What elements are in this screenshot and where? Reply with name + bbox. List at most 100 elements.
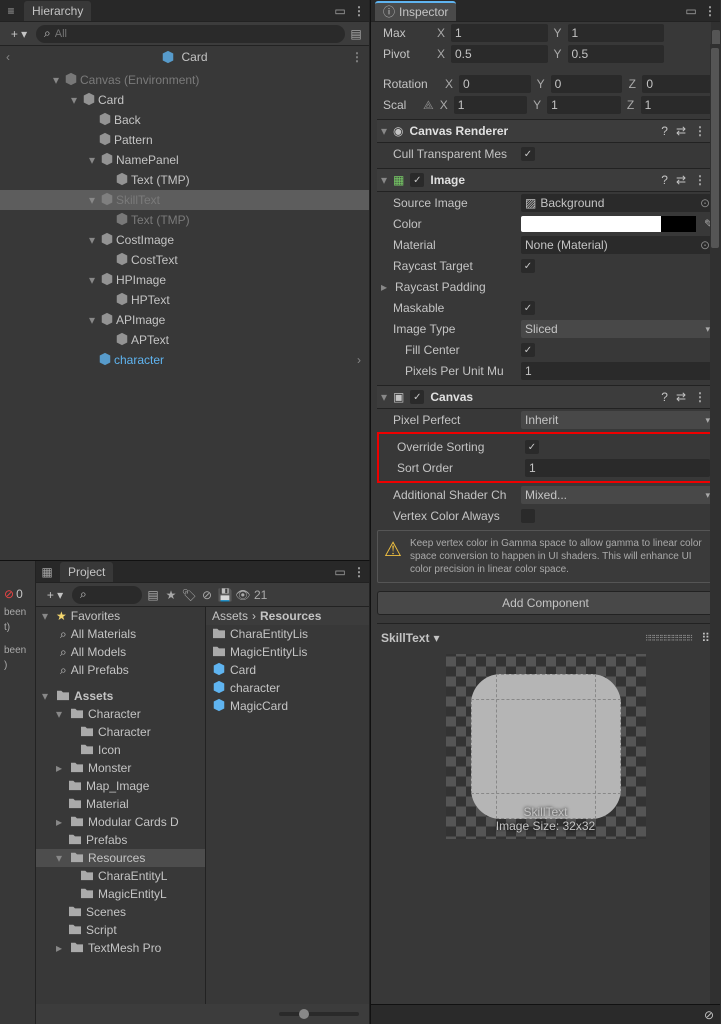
canvas-header[interactable]: ▾▣ Canvas ?⇄⋮ bbox=[377, 385, 714, 409]
component-menu-icon[interactable]: ⋮ bbox=[694, 124, 706, 138]
image-header[interactable]: ▾▦ Image ?⇄⋮ bbox=[377, 168, 714, 192]
folder-magicentityl[interactable]: MagicEntityL bbox=[36, 885, 205, 903]
maximize-icon[interactable]: ▭ bbox=[684, 4, 698, 18]
tree-item-costtext[interactable]: CostText bbox=[0, 250, 369, 270]
override-sorting-checkbox[interactable] bbox=[525, 440, 539, 454]
object-picker-icon[interactable]: ⊙ bbox=[700, 196, 710, 210]
folder-character2[interactable]: Character bbox=[36, 723, 205, 741]
search-options-icon[interactable]: ▤ bbox=[349, 27, 363, 41]
menu-icon[interactable]: ⋮ bbox=[353, 565, 365, 579]
error-badge[interactable]: ⊘0 bbox=[0, 583, 35, 605]
asset-magicentity[interactable]: MagicEntityLis bbox=[206, 643, 369, 661]
save-icon[interactable]: 💾 bbox=[218, 588, 232, 602]
breadcrumb[interactable]: ‹ Card ⋮ bbox=[0, 46, 369, 68]
folder-mapimage[interactable]: Map_Image bbox=[36, 777, 205, 795]
tree-item-namepanel[interactable]: ▾NamePanel bbox=[0, 150, 369, 170]
tree-item-card[interactable]: ▾Card bbox=[0, 90, 369, 110]
max-y-input[interactable] bbox=[568, 24, 665, 42]
folder-script[interactable]: Script bbox=[36, 921, 205, 939]
max-x-input[interactable] bbox=[451, 24, 548, 42]
component-menu-icon[interactable]: ⋮ bbox=[694, 390, 706, 404]
rot-z-input[interactable] bbox=[642, 75, 714, 93]
label-icon[interactable]: 🏷 bbox=[182, 588, 196, 602]
search-input[interactable] bbox=[55, 28, 337, 40]
menu-icon[interactable]: ⋮ bbox=[353, 4, 365, 18]
folder-resources[interactable]: ▾Resources bbox=[36, 849, 205, 867]
scl-z-input[interactable] bbox=[641, 96, 714, 114]
tree-item-skilltext[interactable]: ▾SkillText bbox=[0, 190, 369, 210]
inspector-tab[interactable]: ⓘInspector bbox=[375, 1, 456, 21]
help-icon[interactable]: ? bbox=[661, 173, 668, 187]
folder-prefabs[interactable]: Prefabs bbox=[36, 831, 205, 849]
preset-icon[interactable]: ⇄ bbox=[676, 124, 686, 138]
preview-title[interactable]: SkillText bbox=[381, 631, 429, 645]
fav-all-models[interactable]: ⌕All Models bbox=[36, 643, 205, 661]
source-image-field[interactable]: ▨Background⊙ bbox=[521, 194, 714, 212]
tree-item-character[interactable]: character› bbox=[0, 350, 369, 370]
sort-order-input[interactable] bbox=[525, 459, 710, 477]
maximize-icon[interactable]: ▭ bbox=[333, 565, 347, 579]
project-tab[interactable]: Project bbox=[60, 562, 113, 582]
filter-icon[interactable]: ▤ bbox=[146, 588, 160, 602]
material-field[interactable]: None (Material)⊙ bbox=[521, 236, 714, 254]
drag-handle-icon[interactable]: ⠿⠿⠿⠿⠿⠿⠿⠿⠿⠿⠿⠿ bbox=[645, 634, 691, 643]
hidden-icon[interactable]: ⊘ bbox=[200, 588, 214, 602]
tree-item-back[interactable]: Back bbox=[0, 110, 369, 130]
tree-item-hptext[interactable]: HPText bbox=[0, 290, 369, 310]
object-picker-icon[interactable]: ⊙ bbox=[700, 238, 710, 252]
raycast-checkbox[interactable] bbox=[521, 259, 535, 273]
add-button[interactable]: + ▾ bbox=[42, 586, 68, 604]
scl-y-input[interactable] bbox=[547, 96, 620, 114]
folder-scenes[interactable]: Scenes bbox=[36, 903, 205, 921]
canvas-enable-checkbox[interactable] bbox=[410, 390, 424, 404]
vertex-color-checkbox[interactable] bbox=[521, 509, 535, 523]
project-breadcrumb[interactable]: Assets›Resources bbox=[206, 607, 369, 625]
tree-item-canvas[interactable]: ▾Canvas (Environment) bbox=[0, 70, 369, 90]
canvasrenderer-header[interactable]: ▾◉ Canvas Renderer ?⇄⋮ bbox=[377, 119, 714, 143]
help-icon[interactable]: ? bbox=[661, 390, 668, 404]
back-icon[interactable]: ‹ bbox=[6, 50, 10, 64]
ppu-input[interactable] bbox=[521, 362, 714, 380]
pivot-x-input[interactable] bbox=[451, 45, 548, 63]
link-icon[interactable]: ⟁ bbox=[423, 98, 434, 113]
breadcrumb-menu-icon[interactable]: ⋮ bbox=[351, 50, 363, 64]
image-enable-checkbox[interactable] bbox=[410, 173, 424, 187]
folder-textmesh[interactable]: ▸TextMesh Pro bbox=[36, 939, 205, 957]
assets-header[interactable]: ▾Assets bbox=[36, 687, 205, 705]
pivot-y-input[interactable] bbox=[568, 45, 665, 63]
folder-modular[interactable]: ▸Modular Cards D bbox=[36, 813, 205, 831]
asset-charaentity[interactable]: CharaEntityLis bbox=[206, 625, 369, 643]
color-field[interactable] bbox=[521, 216, 696, 232]
folder-material[interactable]: Material bbox=[36, 795, 205, 813]
folder-charaentityl[interactable]: CharaEntityL bbox=[36, 867, 205, 885]
project-search[interactable]: ⌕ bbox=[72, 586, 142, 604]
rot-y-input[interactable] bbox=[551, 75, 623, 93]
shader-channels-dropdown[interactable]: Mixed... bbox=[521, 486, 714, 504]
add-component-button[interactable]: Add Component bbox=[377, 591, 714, 615]
tree-item-apimage[interactable]: ▾APImage bbox=[0, 310, 369, 330]
fav-all-materials[interactable]: ⌕All Materials bbox=[36, 625, 205, 643]
help-icon[interactable]: ? bbox=[661, 124, 668, 138]
chevron-right-icon[interactable]: › bbox=[357, 353, 361, 367]
folder-icon-folder[interactable]: Icon bbox=[36, 741, 205, 759]
menu-icon[interactable]: ⋮ bbox=[704, 4, 716, 18]
tree-item-pattern[interactable]: Pattern bbox=[0, 130, 369, 150]
component-menu-icon[interactable]: ⋮ bbox=[694, 173, 706, 187]
scl-x-input[interactable] bbox=[454, 96, 527, 114]
grip-icon[interactable]: ⠿ bbox=[695, 631, 710, 645]
fill-center-checkbox[interactable] bbox=[521, 343, 535, 357]
folder-monster[interactable]: ▸Monster bbox=[36, 759, 205, 777]
thumbnail-slider[interactable] bbox=[36, 1004, 369, 1024]
hierarchy-search[interactable]: ⌕ bbox=[36, 25, 345, 43]
add-button[interactable]: + ▾ bbox=[6, 25, 32, 43]
maximize-icon[interactable]: ▭ bbox=[333, 4, 347, 18]
tree-item-costimage[interactable]: ▾CostImage bbox=[0, 230, 369, 250]
folder-character[interactable]: ▾Character bbox=[36, 705, 205, 723]
favorites-header[interactable]: ▾★Favorites bbox=[36, 607, 205, 625]
preset-icon[interactable]: ⇄ bbox=[676, 173, 686, 187]
asset-card[interactable]: Card bbox=[206, 661, 369, 679]
rot-x-input[interactable] bbox=[459, 75, 531, 93]
tree-item-aptext[interactable]: APText bbox=[0, 330, 369, 350]
raycast-padding-foldout[interactable]: Raycast Padding bbox=[393, 280, 533, 294]
slider-thumb[interactable] bbox=[299, 1009, 309, 1019]
